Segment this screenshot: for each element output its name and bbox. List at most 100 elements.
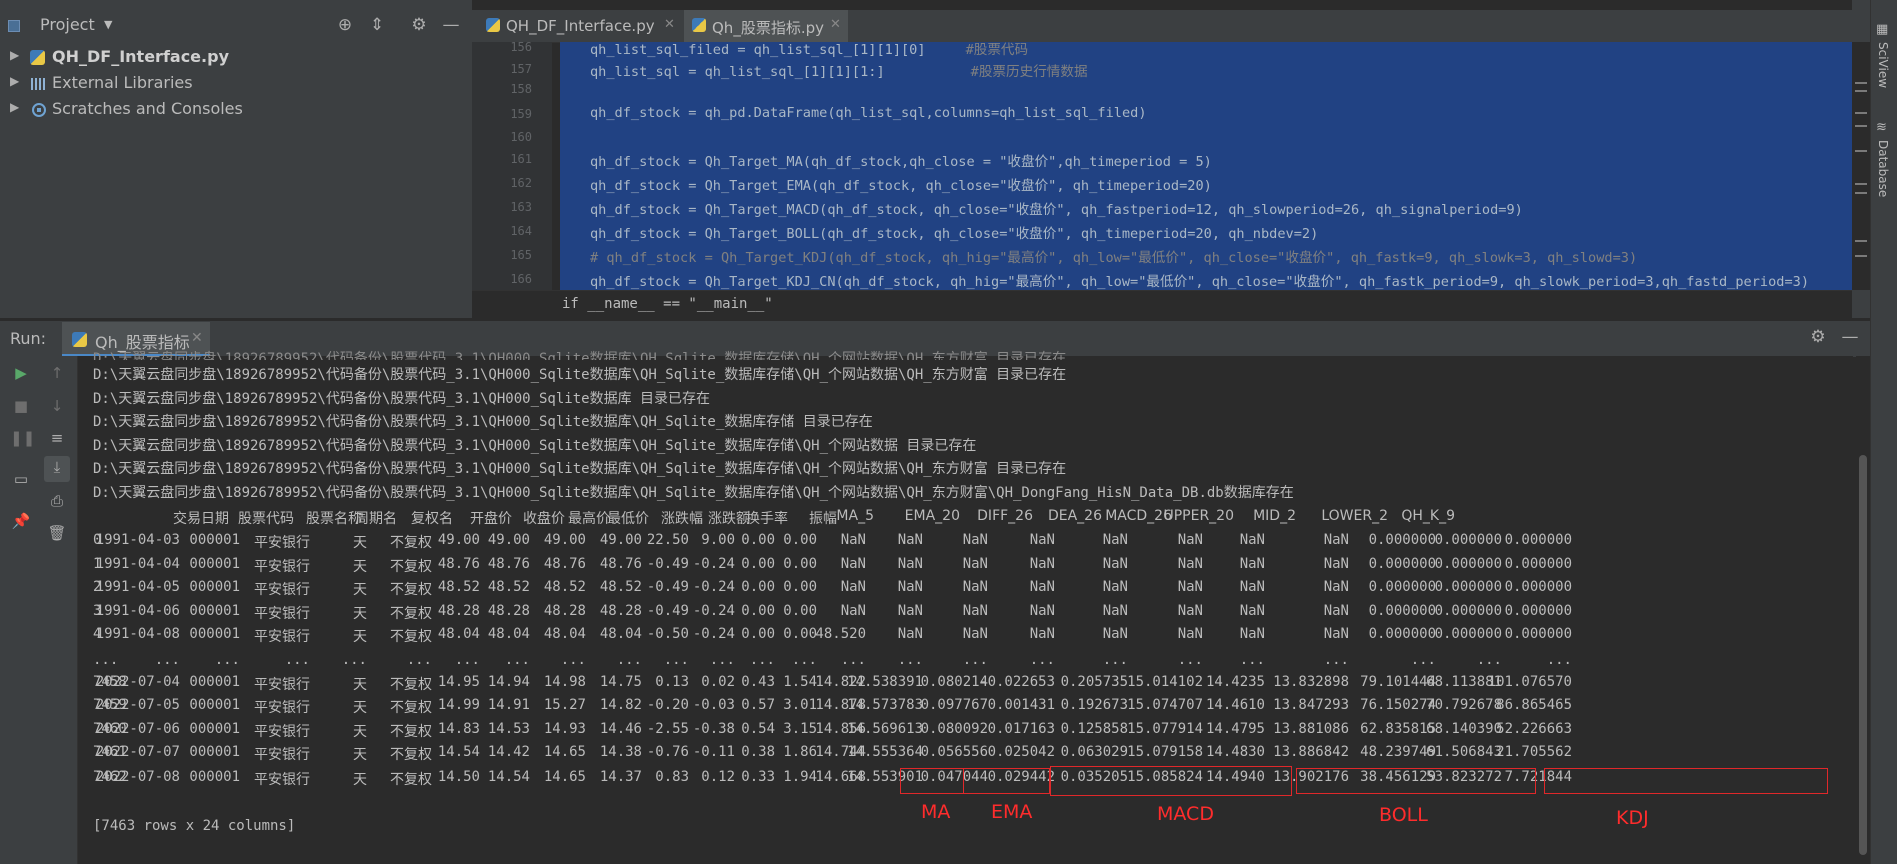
project-title[interactable]: Project <box>40 15 95 34</box>
table-cell: 1.54 <box>783 674 817 690</box>
chevron-right-icon[interactable]: ▶ <box>10 100 19 114</box>
code-line[interactable]: qh_df_stock = Qh_Target_EMA(qh_df_stock,… <box>590 174 1212 196</box>
table-cell: ... <box>504 652 530 668</box>
table-cell: 平安银行 <box>254 606 310 622</box>
locate-icon[interactable]: ⊕ <box>335 15 355 35</box>
table-cell: 000001 <box>189 579 240 595</box>
table-cell: 48.239749 <box>1360 744 1436 760</box>
table-cell: 14.46 <box>599 721 642 737</box>
table-cell: 不复权 <box>390 606 432 622</box>
close-icon[interactable]: ✕ <box>830 17 841 32</box>
table-cell: 000001 <box>189 697 240 713</box>
table-cell: 14.573783 <box>847 697 923 713</box>
code-line[interactable]: qh_df_stock = Qh_Target_MA(qh_df_stock,q… <box>590 150 1212 172</box>
table-cell: 平安银行 <box>254 677 310 693</box>
tree-item-libraries[interactable]: ▶ External Libraries <box>0 71 470 97</box>
scroll-to-end-icon[interactable]: ⤓ <box>44 456 70 482</box>
close-icon[interactable]: ✕ <box>191 330 203 346</box>
table-cell: NaN <box>1323 626 1349 642</box>
breadcrumb[interactable]: if __name__ == "__main__" <box>562 296 773 312</box>
table-cell: 0.00 <box>783 603 817 619</box>
soft-wrap-icon[interactable]: ≡ <box>46 427 68 449</box>
pause-icon[interactable]: ❚❚ <box>10 427 35 449</box>
tree-item-file[interactable]: ▶ QH_DF_Interface.py <box>0 45 470 71</box>
code-line[interactable]: qh_df_stock = Qh_Target_MACD(qh_df_stock… <box>590 198 1523 220</box>
table-cell: 79.101444 <box>1360 674 1436 690</box>
code-line[interactable]: # qh_df_stock = Qh_Target_KDJ(qh_df_stoc… <box>590 246 1637 268</box>
minimize-icon[interactable]: — <box>441 15 461 35</box>
table-cell: 48.04 <box>599 626 642 642</box>
table-cell: 0.38 <box>741 744 775 760</box>
code-line[interactable]: qh_list_sql = qh_list_sql_[1][1][1:] #股票历… <box>590 60 1088 82</box>
table-cell: 15.077914 <box>1127 721 1203 737</box>
table-cell: 0.00 <box>741 626 775 642</box>
table-cell: ... <box>840 652 866 668</box>
editor-scrollbar[interactable] <box>1852 42 1870 290</box>
table-cell: 15.27 <box>543 697 586 713</box>
database-tab[interactable]: Database <box>1876 140 1890 197</box>
chevron-right-icon[interactable]: ▶ <box>10 48 19 62</box>
table-cell: -0.49 <box>646 579 689 595</box>
table-cell: ... <box>454 652 480 668</box>
chevron-right-icon[interactable]: ▶ <box>10 74 19 88</box>
table-cell: 1991-04-04 <box>95 556 180 572</box>
scroll-marker <box>1855 240 1867 242</box>
table-cell: 平安银行 <box>254 747 310 763</box>
close-icon[interactable]: ✕ <box>664 17 675 32</box>
print-icon[interactable]: ⎙ <box>46 490 68 512</box>
line-number: 164 <box>510 224 532 238</box>
annotation-label-boll: BOLL <box>1379 804 1428 826</box>
table-cell: NaN <box>1029 556 1055 572</box>
gear-icon[interactable]: ⚙ <box>1808 327 1828 347</box>
console-scroll-thumb[interactable] <box>1859 455 1867 855</box>
pin-icon[interactable]: 📌 <box>10 510 32 532</box>
table-cell: 0.097767 <box>920 697 988 713</box>
table-cell: 000001 <box>189 744 240 760</box>
sciview-tab[interactable]: SciView <box>1876 42 1890 88</box>
table-cell: ... <box>1239 652 1265 668</box>
code-line[interactable]: qh_df_stock = qh_pd.DataFrame(qh_list_sq… <box>590 105 1147 127</box>
table-cell: 14.65 <box>543 744 586 760</box>
code-line[interactable]: qh_df_stock = Qh_Target_KDJ_CN(qh_df_sto… <box>590 270 1809 292</box>
table-header-cell: MACD_26 <box>1105 508 1172 524</box>
table-cell: 不复权 <box>390 747 432 763</box>
table-cell: 0.000000 <box>1504 626 1572 642</box>
minimize-icon[interactable]: — <box>1840 327 1860 347</box>
scroll-marker <box>1855 125 1867 127</box>
code-line[interactable]: qh_list_sql_filed = qh_list_sql_[1][1][0… <box>590 38 1028 60</box>
trash-icon[interactable]: 🗑 <box>46 522 68 544</box>
collapse-icon[interactable]: ⇕ <box>367 15 387 35</box>
layout-icon[interactable]: ▭ <box>10 468 32 490</box>
table-cell: 62.835815 <box>1360 721 1436 737</box>
table-cell: 000001 <box>189 626 240 642</box>
line-number: 163 <box>510 200 532 214</box>
line-number: 159 <box>510 107 532 121</box>
code-line[interactable]: qh_df_stock = Qh_Target_BOLL(qh_df_stock… <box>590 222 1318 244</box>
arrow-down-icon[interactable]: ↓ <box>46 395 68 417</box>
table-cell: NaN <box>962 626 988 642</box>
rerun-icon[interactable]: ▶ <box>10 362 32 384</box>
table-cell: 0.00 <box>741 556 775 572</box>
table-cell: 不复权 <box>390 700 432 716</box>
table-cell: 48.28 <box>487 603 530 619</box>
table-cell: 48.52 <box>437 579 480 595</box>
tree-item-scratches[interactable]: ▶ Scratches and Consoles <box>0 97 470 123</box>
table-cell: 0.000000 <box>1434 626 1502 642</box>
table-header-cell: 股票代码 <box>238 511 294 527</box>
table-cell: 0.125858 <box>1060 721 1128 737</box>
gear-icon[interactable]: ⚙ <box>409 15 429 35</box>
arrow-up-icon[interactable]: ↑ <box>46 362 68 384</box>
table-cell: 平安银行 <box>254 724 310 740</box>
console-line: D:\天翼云盘同步盘\18926789952\代码备份\股票代码_3.1\QH0… <box>93 461 1067 478</box>
table-cell: NaN <box>1029 579 1055 595</box>
table-cell: NaN <box>1102 579 1128 595</box>
line-number: 166 <box>510 272 532 286</box>
table-cell: 天 <box>353 700 367 716</box>
stop-icon[interactable]: ■ <box>10 395 32 417</box>
table-cell: 0.000000 <box>1504 532 1572 548</box>
table-cell: NaN <box>1323 579 1349 595</box>
chevron-down-icon[interactable]: ▼ <box>104 18 112 31</box>
highlight-box-ema <box>963 768 1050 794</box>
table-cell: -0.24 <box>692 626 735 642</box>
table-cell: NaN <box>1177 603 1203 619</box>
